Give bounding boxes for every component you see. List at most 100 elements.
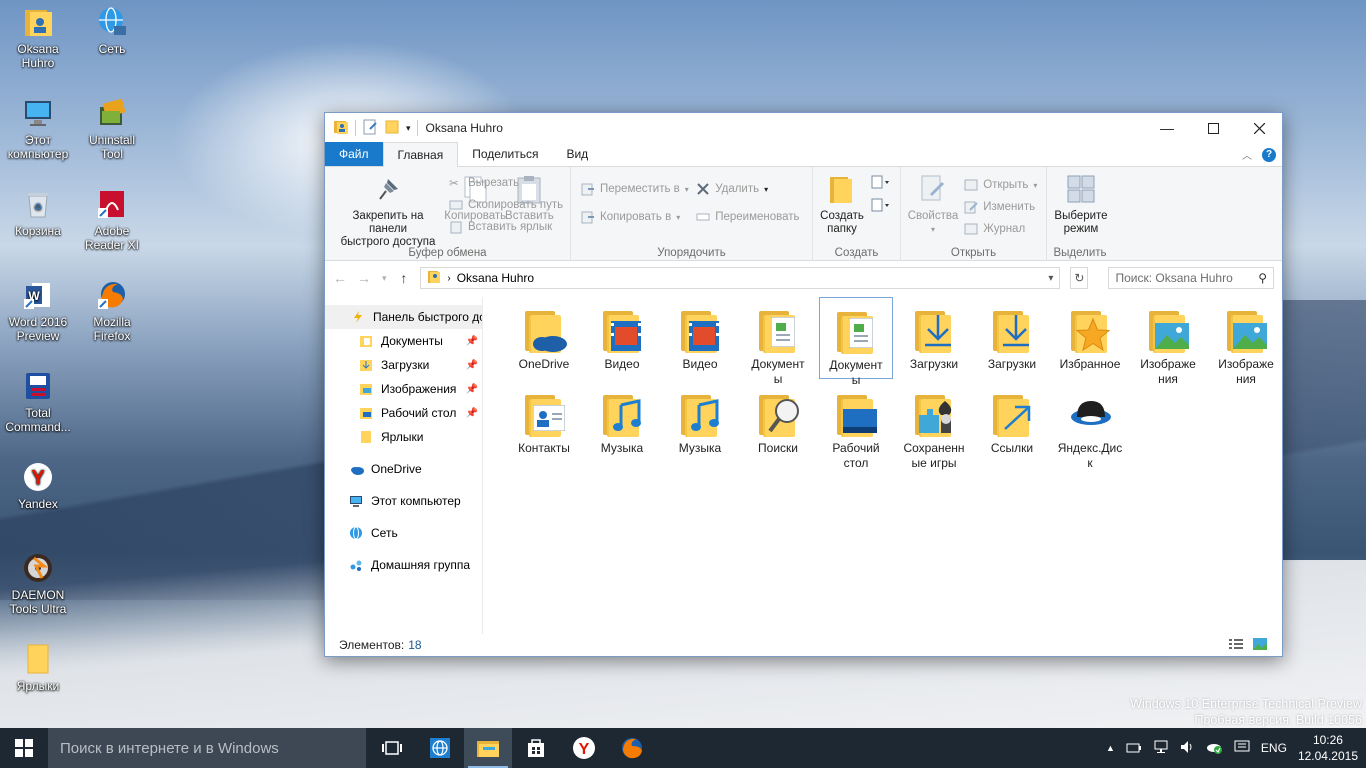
nav-item-desktop[interactable]: Рабочий стол 📌 — [325, 401, 482, 425]
tab-share[interactable]: Поделиться — [458, 142, 552, 166]
file-item-desktop[interactable]: Рабочий стол — [819, 387, 893, 471]
maximize-button[interactable] — [1190, 113, 1236, 143]
nav-onedrive[interactable]: OneDrive — [325, 457, 482, 481]
new-folder-button[interactable]: Создать папку — [817, 171, 867, 238]
edit-button[interactable]: Изменить — [964, 199, 1037, 215]
paste-shortcut-button[interactable]: Вставить ярлык — [449, 219, 563, 235]
desktop-icon-adobe-reader[interactable]: Adobe Reader XI — [74, 188, 150, 252]
file-item-pictures-2[interactable]: Изображе ния — [1209, 303, 1283, 387]
taskbar-network-app[interactable] — [416, 728, 464, 768]
clock[interactable]: 10:26 12.04.2015 — [1298, 732, 1358, 764]
up-arrow-icon[interactable]: ↑ — [397, 270, 410, 286]
nav-quick-access[interactable]: Панель быстрого до — [325, 305, 482, 329]
back-arrow-icon[interactable]: ← — [333, 270, 347, 286]
breadcrumb[interactable]: Oksana Huhro — [457, 271, 534, 285]
desktop-icon-this-pc[interactable]: Этот компьютер — [0, 97, 76, 161]
move-to-button[interactable]: Переместить в ▾ — [581, 181, 693, 197]
copy-path-button[interactable]: Скопировать путь — [449, 197, 563, 213]
nav-item-pictures[interactable]: Изображения 📌 — [325, 377, 482, 401]
task-view-button[interactable] — [368, 728, 416, 768]
desktop-icon-total-commander[interactable]: Total Command... — [0, 370, 76, 434]
delete-button[interactable]: Удалить ▾ — [696, 181, 799, 197]
file-item-searches[interactable]: Поиски — [741, 387, 815, 456]
new-folder-quick-icon[interactable] — [384, 119, 400, 138]
pin-quick-access-button[interactable]: Закрепить на панели быстрого доступа — [329, 171, 447, 251]
desktop-icon-firefox[interactable]: Mozilla Firefox — [74, 279, 150, 343]
desktop-icon-uninstall-tool[interactable]: Uninstall Tool — [74, 97, 150, 161]
file-item-pictures[interactable]: Изображе ния — [1131, 303, 1205, 387]
pin-icon[interactable]: 📌 — [466, 384, 478, 395]
desktop-icon-user-folder[interactable]: Oksana Huhro — [0, 6, 76, 70]
desktop-icon-yandex[interactable]: Y Yandex — [0, 461, 76, 511]
rename-button[interactable]: Переименовать — [696, 209, 800, 225]
new-item-icon[interactable] — [871, 175, 891, 192]
address-field[interactable]: › Oksana Huhro ▾ — [420, 267, 1061, 289]
large-icons-view-icon[interactable] — [1252, 637, 1268, 654]
nav-this-pc[interactable]: Этот компьютер — [325, 489, 482, 513]
properties-quick-icon[interactable] — [362, 119, 378, 138]
pin-icon[interactable]: 📌 — [466, 360, 478, 371]
forward-arrow-icon[interactable]: → — [357, 270, 371, 286]
title-bar[interactable]: ▾ Oksana Huhro — — [325, 113, 1282, 143]
tab-home[interactable]: Главная — [382, 142, 459, 167]
customize-chevron-icon[interactable]: ▾ — [406, 123, 411, 134]
easy-access-icon[interactable] — [871, 198, 891, 215]
pin-icon[interactable]: 📌 — [466, 408, 478, 419]
history-button[interactable]: Журнал — [964, 221, 1037, 237]
volume-icon[interactable] — [1180, 740, 1194, 757]
taskbar-search-input[interactable]: Поиск в интернете и в Windows — [48, 728, 366, 768]
onedrive-sync-icon[interactable] — [1205, 740, 1223, 757]
refresh-button[interactable]: ↻ — [1070, 267, 1089, 289]
address-dropdown-icon[interactable]: ▾ — [1048, 273, 1053, 284]
file-item-documents-2[interactable]: Документ ы — [819, 297, 893, 387]
taskbar-store[interactable] — [512, 728, 560, 768]
file-item-videos[interactable]: Видео — [585, 303, 659, 372]
show-hidden-icons-chevron-icon[interactable]: ▲ — [1106, 743, 1115, 753]
copy-to-button[interactable]: Копировать в ▾ — [581, 209, 693, 225]
taskbar-yandex-browser[interactable]: Y — [560, 728, 608, 768]
start-button[interactable] — [0, 728, 48, 768]
action-center-icon[interactable] — [1234, 740, 1250, 757]
desktop-icon-daemon-tools[interactable]: DAEMON Tools Ultra — [0, 552, 76, 616]
file-item-saved-games[interactable]: Сохраненн ые игры — [897, 387, 971, 471]
desktop-icon-word[interactable]: W Word 2016 Preview — [0, 279, 76, 343]
file-item-onedrive[interactable]: OneDrive — [507, 303, 581, 372]
close-button[interactable] — [1236, 113, 1282, 143]
nav-item-shortcuts[interactable]: Ярлыки — [325, 425, 482, 449]
file-item-contacts[interactable]: Контакты — [507, 387, 581, 456]
file-item-downloads[interactable]: Загрузки — [897, 303, 971, 372]
select-mode-button[interactable]: Выберите режим — [1051, 171, 1111, 238]
file-item-music-2[interactable]: Музыка — [663, 387, 737, 456]
cut-button[interactable]: ✂ Вырезать — [449, 175, 563, 191]
file-item-videos-2[interactable]: Видео — [663, 303, 737, 372]
file-item-music[interactable]: Музыка — [585, 387, 659, 456]
network-status-icon[interactable] — [1153, 740, 1169, 757]
file-item-links[interactable]: Ссылки — [975, 387, 1049, 456]
breadcrumb-chevron-icon[interactable]: › — [447, 273, 450, 284]
open-button[interactable]: Открыть ▾ — [964, 177, 1037, 193]
minimize-button[interactable]: — — [1144, 113, 1190, 143]
nav-network[interactable]: Сеть — [325, 521, 482, 545]
nav-homegroup[interactable]: Домашняя группа — [325, 553, 482, 577]
desktop-icon-network[interactable]: Сеть — [74, 6, 150, 56]
search-input[interactable]: Поиск: Oksana Huhro ⚲ — [1108, 267, 1274, 289]
taskbar-file-explorer[interactable] — [464, 728, 512, 768]
properties-button[interactable]: Свойства ▾ — [905, 171, 961, 238]
collapse-ribbon-icon[interactable]: ︿ — [1242, 147, 1252, 162]
nav-item-documents[interactable]: Документы 📌 — [325, 329, 482, 353]
file-item-documents[interactable]: Документ ы — [741, 303, 815, 387]
desktop-icon-recycle-bin[interactable]: ♻ Корзина — [0, 188, 76, 238]
power-battery-icon[interactable] — [1126, 741, 1142, 756]
file-item-downloads-2[interactable]: Загрузки — [975, 303, 1049, 372]
details-view-icon[interactable] — [1228, 637, 1244, 654]
taskbar-firefox[interactable] — [608, 728, 656, 768]
tab-file[interactable]: Файл — [325, 142, 383, 166]
file-item-yandex-disk[interactable]: Яндекс.Дис к — [1053, 387, 1127, 471]
tab-view[interactable]: Вид — [552, 142, 602, 166]
pin-icon[interactable]: 📌 — [466, 336, 478, 347]
help-icon[interactable]: ? — [1262, 147, 1276, 162]
recent-chevron-icon[interactable]: ▾ — [381, 273, 387, 284]
nav-item-downloads[interactable]: Загрузки 📌 — [325, 353, 482, 377]
file-item-favorites[interactable]: Избранное — [1053, 303, 1127, 372]
language-indicator[interactable]: ENG — [1261, 741, 1287, 755]
